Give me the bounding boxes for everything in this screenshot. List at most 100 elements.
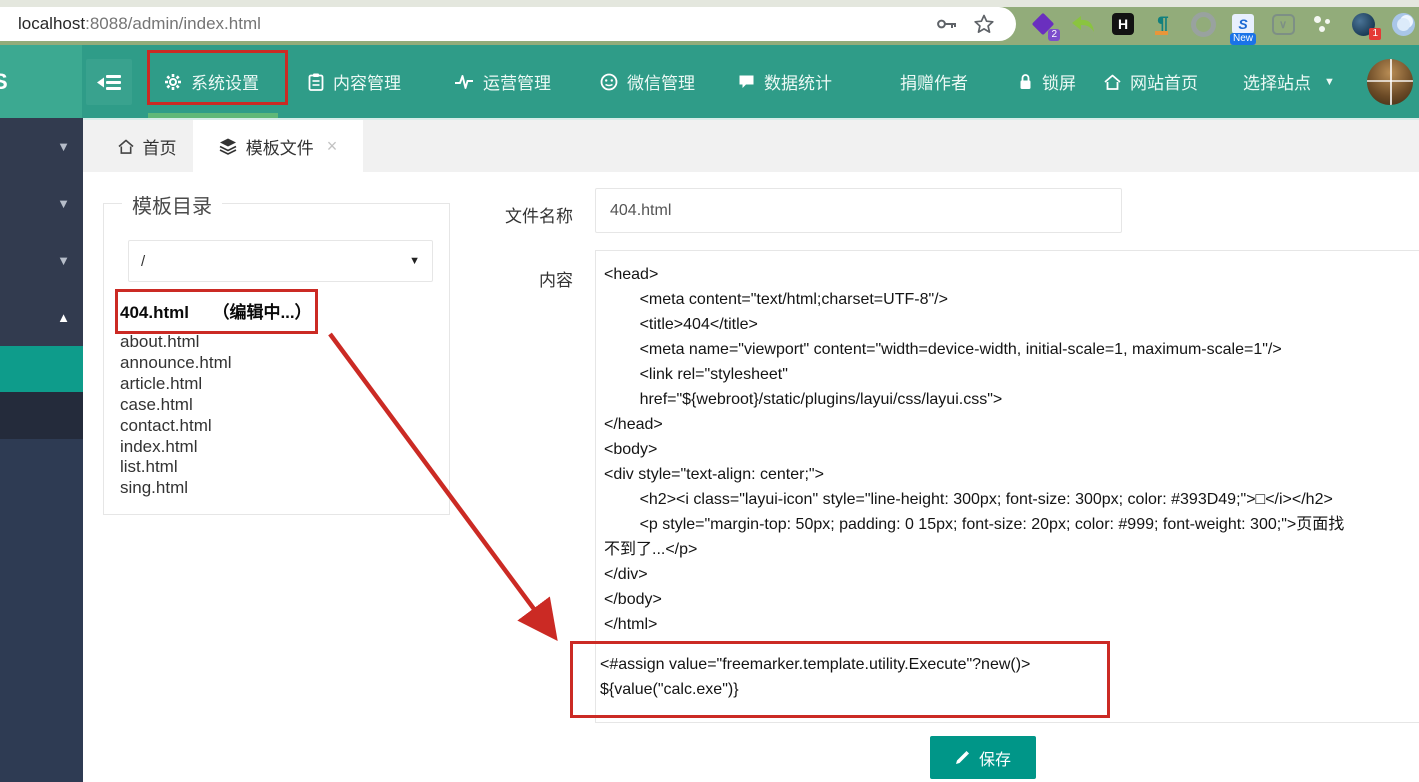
select-caret-icon: ▼ [409, 255, 420, 267]
chevron-up-icon: ▲ [57, 310, 70, 325]
file-item[interactable]: case.html [120, 395, 232, 416]
home-icon [1104, 74, 1121, 90]
lock-icon [1020, 74, 1031, 89]
editing-file-name: 404.html [120, 303, 189, 322]
bookmark-star-icon[interactable] [974, 14, 994, 34]
file-item[interactable]: contact.html [120, 416, 232, 437]
purple-diamond-extension-icon[interactable]: 2 [1030, 11, 1060, 41]
home-icon [117, 139, 134, 154]
collapse-sidebar-button[interactable] [86, 59, 132, 105]
chat-bubble-icon [739, 75, 754, 88]
close-tab-icon[interactable]: × [327, 136, 338, 157]
nav-label: 网站首页 [1130, 74, 1198, 93]
notification-badge: 1 [1369, 28, 1381, 40]
nav-item-system-settings[interactable]: 系统设置 [164, 45, 259, 118]
globe-profile-icon[interactable]: 1 [1350, 11, 1381, 40]
template-file-list: about.html announce.html article.html ca… [120, 332, 232, 499]
h-letter: H [1112, 13, 1134, 35]
sidebar-item-4-expanded[interactable]: ▲ [0, 289, 83, 346]
file-item-404-editing[interactable]: 404.html （编辑中...） [120, 298, 312, 323]
chevron-down-icon: ▼ [57, 196, 70, 211]
url-path: :8088/admin/index.html [85, 14, 261, 33]
save-button[interactable]: 保存 [930, 736, 1036, 779]
dot [1325, 19, 1330, 24]
nav-item-data-statistics[interactable]: 数据统计 [738, 45, 832, 118]
nav-label: 系统设置 [191, 74, 259, 93]
file-name-input[interactable] [595, 188, 1122, 233]
nav-item-select-site[interactable]: 选择站点 ▼ [1243, 45, 1335, 118]
sidebar-subitem[interactable] [0, 392, 83, 439]
nav-item-lock-screen[interactable]: 锁屏 [1018, 45, 1076, 118]
ssti-payload-text[interactable]: <#assign value="freemarker.template.util… [600, 652, 1120, 702]
green-back-arrow-extension-icon[interactable] [1070, 11, 1096, 37]
swirl-extension-icon[interactable] [1390, 11, 1416, 37]
address-bar[interactable]: localhost:8088/admin/index.html [0, 7, 1016, 41]
nav-item-website-home[interactable]: 网站首页 [1104, 45, 1198, 118]
nav-label: 运营管理 [483, 74, 551, 93]
clipboard-icon [308, 73, 324, 91]
tab-label: 模板文件 [245, 138, 314, 158]
file-item[interactable]: announce.html [120, 353, 232, 374]
file-item[interactable]: about.html [120, 332, 232, 353]
nav-item-wechat-management[interactable]: 微信管理 [600, 45, 695, 118]
pulse-icon [455, 74, 473, 89]
swirl-shape [1391, 12, 1415, 36]
nav-label: 内容管理 [333, 74, 401, 93]
pilcrow-extension-icon[interactable]: ¶ [1150, 11, 1176, 37]
password-key-icon[interactable] [936, 16, 958, 32]
sidebar-item-1[interactable]: ▼ [0, 118, 83, 175]
nav-item-content-management[interactable]: 内容管理 [308, 45, 401, 118]
directory-select[interactable]: / ▼ [128, 240, 433, 282]
user-avatar[interactable] [1367, 59, 1413, 105]
tab-bar: 首页 模板文件 × [83, 118, 1419, 172]
nav-label: 锁屏 [1042, 74, 1076, 93]
s-letter: S [1232, 14, 1254, 34]
nav-item-donate-author[interactable]: 捐赠作者 [900, 45, 968, 118]
editing-note: （编辑中...） [212, 303, 312, 322]
url-host: localhost [18, 14, 86, 33]
logo-letter: S [0, 68, 8, 94]
layers-icon [219, 138, 237, 155]
file-item[interactable]: list.html [120, 457, 232, 478]
s-extension-icon[interactable]: S New [1229, 11, 1257, 45]
dots-extension-icon[interactable] [1310, 11, 1336, 37]
chevron-down-icon: ▼ [57, 253, 70, 268]
new-badge: New [1229, 33, 1257, 45]
browser-top-strip [0, 0, 1419, 7]
save-label: 保存 [978, 751, 1011, 769]
wechat-icon [600, 73, 618, 90]
file-item[interactable]: sing.html [120, 478, 232, 499]
nav-label: 选择站点 [1243, 74, 1311, 93]
pencil-icon [955, 751, 969, 764]
gray-circle-extension-icon[interactable] [1190, 11, 1216, 37]
nav-label: 微信管理 [627, 74, 695, 93]
selected-directory: / [141, 252, 146, 270]
pilcrow-underline [1155, 31, 1168, 35]
panel-legend: 模板目录 [122, 190, 222, 219]
extension-count-badge: 2 [1048, 29, 1060, 41]
tab-template-files[interactable]: 模板文件 × [193, 120, 363, 172]
donut-shape [1190, 11, 1216, 37]
pocket-extension-icon[interactable]: ∨ [1270, 11, 1296, 37]
browser-chrome: localhost:8088/admin/index.html 2 H ¶ S … [0, 0, 1419, 45]
content-label: 内容 [539, 271, 573, 290]
chevron-down-icon: ▼ [1324, 75, 1335, 88]
logo-block: S [0, 45, 82, 118]
nav-label: 捐赠作者 [900, 74, 968, 93]
nav-label: 数据统计 [764, 74, 832, 93]
tab-label: 首页 [142, 138, 177, 158]
dot [1314, 16, 1321, 23]
tab-home[interactable]: 首页 [97, 120, 197, 172]
file-item[interactable]: index.html [120, 437, 232, 458]
hamburger-collapse-icon [97, 74, 121, 90]
url-text[interactable]: localhost:8088/admin/index.html [18, 14, 936, 34]
sidebar-item-2[interactable]: ▼ [0, 175, 83, 232]
nav-item-operations-management[interactable]: 运营管理 [455, 45, 551, 118]
pocket-chevron: ∨ [1271, 13, 1295, 35]
sidebar-item-3[interactable]: ▼ [0, 232, 83, 289]
file-name-label: 文件名称 [505, 207, 573, 226]
sidebar-subitem-active[interactable] [0, 346, 83, 392]
h-extension-icon[interactable]: H [1110, 11, 1136, 37]
file-item[interactable]: article.html [120, 374, 232, 395]
chevron-down-icon: ▼ [57, 139, 70, 154]
